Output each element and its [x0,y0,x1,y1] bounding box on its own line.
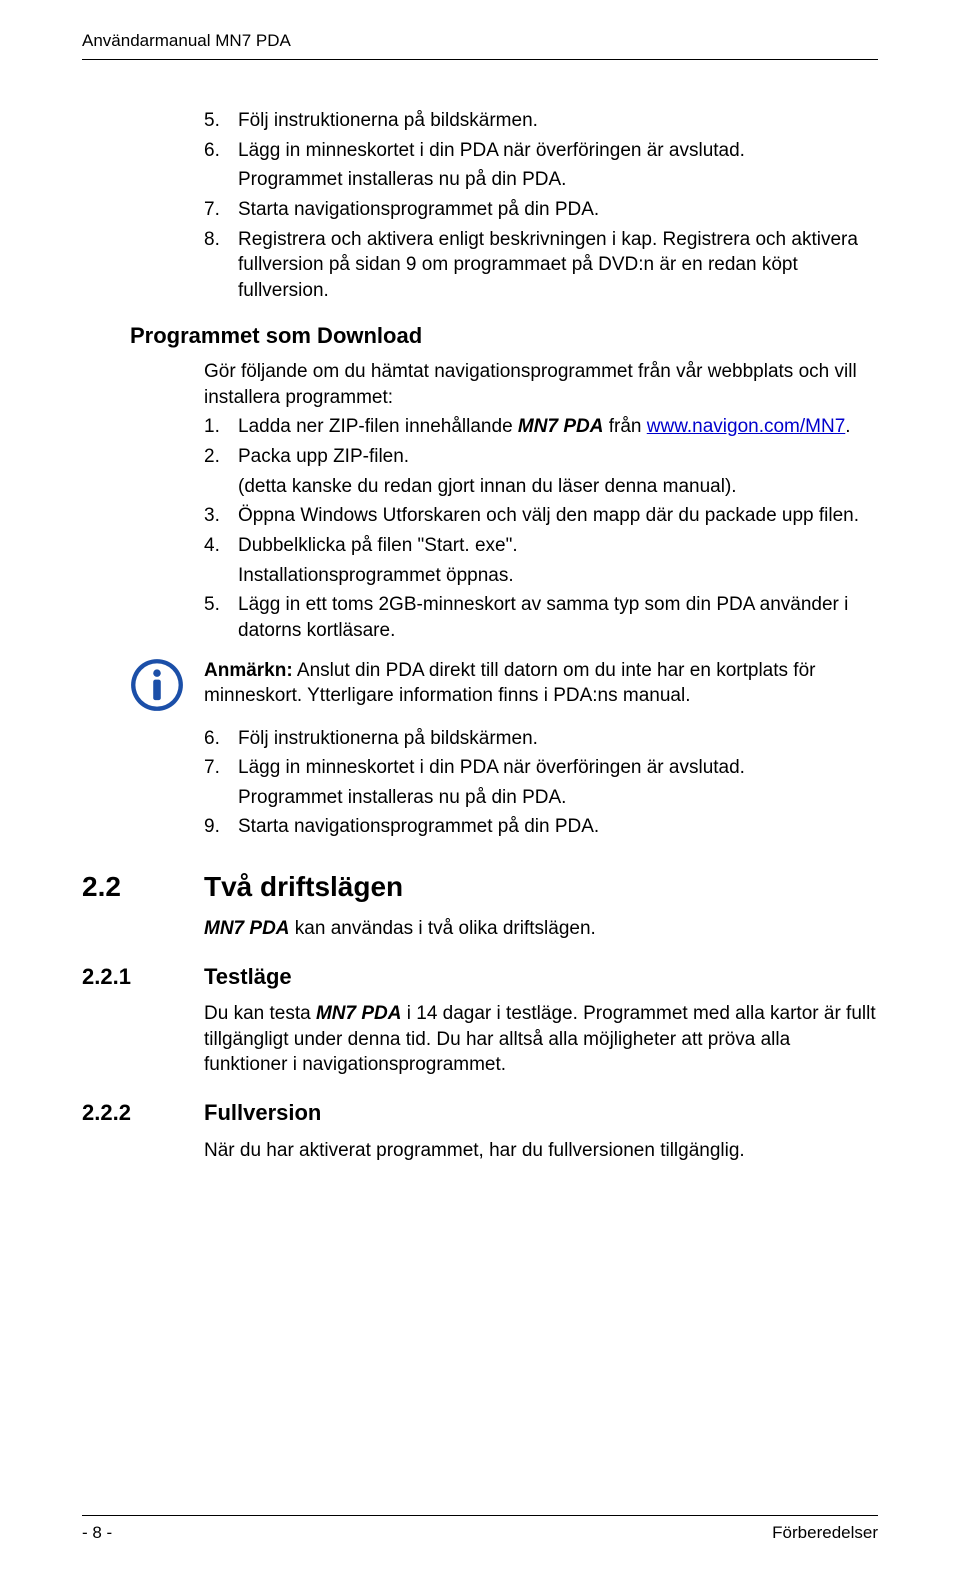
step-number: 5. [204,592,238,643]
step-subtext: Installationsprogrammet öppnas. [238,563,878,589]
note-text: Anmärkn: Anslut din PDA direkt till dato… [204,658,878,709]
step-text: Starta navigationsprogrammet på din PDA. [238,814,878,840]
step-number: 7. [204,197,238,223]
product-name: MN7 PDA [518,416,604,437]
download-link[interactable]: www.navigon.com/MN7 [647,416,846,437]
step-text: Ladda ner ZIP-filen innehållande MN7 PDA… [238,414,878,440]
text-fragment: Ladda ner ZIP-filen innehållande [238,416,518,437]
step-8: 8. Registrera och aktivera enligt beskri… [204,227,878,304]
step-text: Följ instruktionerna på bildskärmen. [238,726,878,752]
text-fragment: kan användas i två olika driftslägen. [290,918,596,939]
step-number: 2. [204,444,238,470]
section-2-2-1: 2.2.1 Testläge [82,962,878,992]
step-text: Öppna Windows Utforskaren och välj den m… [238,503,878,529]
step-number: 5. [204,108,238,134]
step-6: 6. Lägg in minneskortet i din PDA när öv… [204,138,878,164]
note-label: Anmärkn: [204,660,293,681]
note-body: Anslut din PDA direkt till datorn om du … [204,660,815,707]
step-text: Registrera och aktivera enligt beskrivni… [238,227,878,304]
step-9: 9. Starta navigationsprogrammet på din P… [204,814,878,840]
step-text: Dubbelklicka på filen "Start. exe". [238,533,878,559]
section-2-2-1-text: Du kan testa MN7 PDA i 14 dagar i testlä… [204,1001,878,1078]
text-fragment: från [603,416,646,437]
download-intro: Gör följande om du hämtat navigationspro… [204,359,878,410]
footer-section: Förberedelser [772,1522,878,1545]
download-step-1: 1. Ladda ner ZIP-filen innehållande MN7 … [204,414,878,440]
step-number: 3. [204,503,238,529]
download-step-5: 5. Lägg in ett toms 2GB-minneskort av sa… [204,592,878,643]
step-number: 8. [204,227,238,304]
section-2-2-2-text: När du har aktiverat programmet, har du … [204,1138,878,1164]
step-subtext: Programmet installeras nu på din PDA. [238,785,878,811]
step-6b: 6. Följ instruktionerna på bildskärmen. [204,726,878,752]
section-number: 2.2 [82,868,204,906]
heading-download: Programmet som Download [130,321,878,351]
section-number: 2.2.1 [82,962,204,992]
section-title: Två driftslägen [204,868,403,906]
section-title: Testläge [204,962,292,992]
section-number: 2.2.2 [82,1098,204,1128]
section-title: Fullversion [204,1098,321,1128]
step-number: 1. [204,414,238,440]
download-step-2: 2. Packa upp ZIP-filen. [204,444,878,470]
header-rule [82,59,878,60]
download-step-3: 3. Öppna Windows Utforskaren och välj de… [204,503,878,529]
download-step-4: 4. Dubbelklicka på filen "Start. exe". [204,533,878,559]
note-block: Anmärkn: Anslut din PDA direkt till dato… [82,658,878,712]
step-text: Starta navigationsprogrammet på din PDA. [238,197,878,223]
page-footer: - 8 - Förberedelser [82,1515,878,1545]
step-text: Packa upp ZIP-filen. [238,444,878,470]
step-text: Lägg in minneskortet i din PDA när överf… [238,138,878,164]
step-text: Följ instruktionerna på bildskärmen. [238,108,878,134]
section-2-2-text: MN7 PDA kan användas i två olika driftsl… [204,916,878,942]
step-number: 6. [204,138,238,164]
step-7b: 7. Lägg in minneskortet i din PDA när öv… [204,755,878,781]
section-2-2-2: 2.2.2 Fullversion [82,1098,878,1128]
step-text: Lägg in ett toms 2GB-minneskort av samma… [238,592,878,643]
step-number: 9. [204,814,238,840]
step-subtext: (detta kanske du redan gjort innan du lä… [238,474,878,500]
step-text: Lägg in minneskortet i din PDA när överf… [238,755,878,781]
text-fragment: Du kan testa [204,1003,316,1024]
alert-icon [130,658,184,712]
step-number: 4. [204,533,238,559]
step-subtext: Programmet installeras nu på din PDA. [238,167,878,193]
page-number: - 8 - [82,1522,112,1545]
step-number: 7. [204,755,238,781]
step-number: 6. [204,726,238,752]
section-2-2: 2.2 Två driftslägen [82,868,878,906]
footer-rule [82,1515,878,1516]
product-name: MN7 PDA [204,918,290,939]
doc-header-title: Användarmanual MN7 PDA [82,30,878,53]
step-5: 5. Följ instruktionerna på bildskärmen. [204,108,878,134]
product-name: MN7 PDA [316,1003,402,1024]
step-7: 7. Starta navigationsprogrammet på din P… [204,197,878,223]
text-fragment: . [845,416,850,437]
